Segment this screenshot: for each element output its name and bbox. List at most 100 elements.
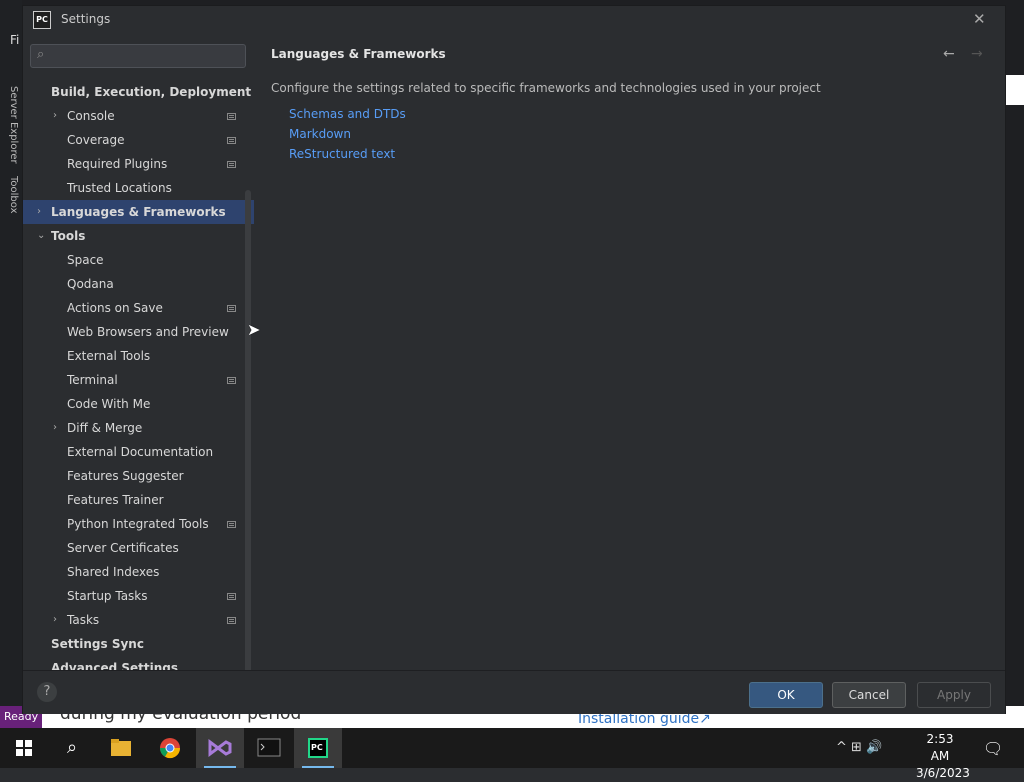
project-scope-icon (227, 305, 236, 312)
cancel-button[interactable]: Cancel (832, 682, 906, 708)
settings-dialog: PC Settings ✕ ⌕ Build, Execution, Deploy… (22, 5, 1006, 714)
start-button[interactable] (0, 728, 48, 768)
page-description: Configure the settings related to specif… (271, 81, 821, 95)
project-scope-icon (227, 377, 236, 384)
sidebar-item[interactable]: External Tools (23, 344, 254, 368)
sidebar-item-label: Required Plugins (67, 157, 168, 171)
sidebar-item[interactable]: › Languages & Frameworks (23, 200, 254, 224)
background-menu-letter: Fi (10, 33, 20, 47)
sidebar-item[interactable]: › Diff & Merge (23, 416, 254, 440)
chevron-right-icon[interactable]: › (37, 200, 41, 224)
chevron-down-icon[interactable]: ⌄ (37, 224, 45, 248)
page-title: Languages & Frameworks (271, 47, 446, 61)
sidebar-item-label: Features Suggester (67, 469, 184, 483)
project-scope-icon (227, 521, 236, 528)
chevron-right-icon[interactable]: › (53, 416, 57, 440)
sidebar-item[interactable]: › Console (23, 104, 254, 128)
sidebar-item-label: Shared Indexes (67, 565, 160, 579)
notification-icon[interactable]: 🗨 (983, 739, 1003, 758)
sidebar-item[interactable]: › Tasks (23, 608, 254, 632)
search-taskbar-icon[interactable]: ⌕ (48, 728, 96, 768)
terminal-icon[interactable] (245, 728, 293, 768)
sidebar-item[interactable]: Features Trainer (23, 488, 254, 512)
sidebar-item-label: Python Integrated Tools (67, 517, 209, 531)
file-explorer-icon[interactable] (97, 728, 145, 768)
sidebar-item[interactable]: Web Browsers and Preview (23, 320, 254, 344)
project-scope-icon (227, 113, 236, 120)
sidebar-item-label: Startup Tasks (67, 589, 148, 603)
visual-studio-icon[interactable] (196, 728, 244, 768)
sidebar-item[interactable]: Code With Me (23, 392, 254, 416)
taskbar: ⌕ PC ^ ⊞ 🔊 2:53 AM 3/6/2023 🗨 (0, 728, 1024, 780)
apply-button[interactable]: Apply (917, 682, 991, 708)
background-white-strip (1005, 75, 1024, 105)
sidebar-item-label: Server Certificates (67, 541, 179, 555)
sidebar-item-label: Coverage (67, 133, 125, 147)
sidebar-item-label: Code With Me (67, 397, 151, 411)
sidebar-item-label: Terminal (67, 373, 118, 387)
settings-sidebar: ⌕ Build, Execution, Deployment › Console Co… (23, 40, 254, 710)
back-arrow-icon[interactable]: ← (943, 46, 955, 62)
taskbar-clock[interactable]: 2:53 AM 3/6/2023 (916, 731, 970, 782)
dialog-footer: ? OK Cancel Apply (23, 670, 1005, 714)
sidebar-item[interactable]: Startup Tasks (23, 584, 254, 608)
sidebar-item[interactable]: Required Plugins (23, 152, 254, 176)
chevron-right-icon[interactable]: › (53, 104, 57, 128)
system-tray[interactable]: ^ ⊞ 🔊 (836, 740, 882, 755)
sidebar-item[interactable]: Features Suggester (23, 464, 254, 488)
sidebar-item[interactable]: External Documentation (23, 440, 254, 464)
sidebar-item[interactable]: Qodana (23, 272, 254, 296)
pycharm-logo-icon: PC (33, 11, 51, 29)
server-explorer-tab[interactable]: Server Explorer (8, 86, 19, 164)
sidebar-item-label: Trusted Locations (67, 181, 172, 195)
sidebar-item[interactable]: Trusted Locations (23, 176, 254, 200)
sidebar-item[interactable]: Coverage (23, 128, 254, 152)
sidebar-item-label: Languages & Frameworks (51, 205, 226, 219)
project-scope-icon (227, 137, 236, 144)
clock-time: 2:53 AM (926, 732, 954, 763)
link-schemas-dtds[interactable]: Schemas and DTDs (289, 107, 406, 121)
project-scope-icon (227, 617, 236, 624)
sidebar-item-label: Tasks (67, 613, 100, 627)
sidebar-item-label: External Documentation (67, 445, 214, 459)
sidebar-item[interactable]: Shared Indexes (23, 560, 254, 584)
sidebar-item[interactable]: Settings Sync (23, 632, 254, 656)
sidebar-scrollbar[interactable] (245, 190, 251, 710)
close-icon[interactable]: ✕ (973, 10, 986, 28)
pycharm-taskbar-icon[interactable]: PC (294, 728, 342, 768)
dialog-titlebar[interactable]: PC Settings ✕ (23, 6, 1005, 34)
sidebar-item-label: Space (67, 253, 104, 267)
sidebar-item[interactable]: Server Certificates (23, 536, 254, 560)
ok-button[interactable]: OK (749, 682, 823, 708)
project-scope-icon (227, 161, 236, 168)
sidebar-item-label: Features Trainer (67, 493, 164, 507)
sidebar-item[interactable]: ⌄ Tools (23, 224, 254, 248)
dialog-title: Settings (61, 12, 111, 26)
chrome-icon[interactable] (146, 728, 194, 768)
sidebar-item-label: Settings Sync (51, 637, 144, 651)
sidebar-item-label: Console (67, 109, 115, 123)
sidebar-item[interactable]: Actions on Save (23, 296, 254, 320)
search-icon: ⌕ (37, 47, 45, 62)
svg-text:PC: PC (311, 743, 323, 752)
windows-logo-icon (16, 740, 32, 756)
link-restructured-text[interactable]: ReStructured text (289, 147, 395, 161)
project-scope-icon (227, 593, 236, 600)
chevron-right-icon[interactable]: › (53, 608, 57, 632)
forward-arrow-icon[interactable]: → (971, 46, 983, 62)
sidebar-item[interactable]: Build, Execution, Deployment (23, 80, 254, 104)
sidebar-item-label: Actions on Save (67, 301, 163, 315)
sidebar-item-label: External Tools (67, 349, 151, 363)
mouse-cursor-icon: ➤ (247, 320, 261, 339)
sidebar-item[interactable]: Terminal (23, 368, 254, 392)
toolbox-tab[interactable]: Toolbox (8, 176, 19, 214)
sidebar-item-label: Diff & Merge (67, 421, 143, 435)
sidebar-item[interactable]: Python Integrated Tools (23, 512, 254, 536)
sidebar-item-label: Build, Execution, Deployment (51, 85, 252, 99)
help-icon[interactable]: ? (37, 682, 57, 702)
sidebar-item-label: Qodana (67, 277, 114, 291)
sidebar-item-label: Tools (51, 229, 86, 243)
sidebar-item[interactable]: Space (23, 248, 254, 272)
search-input[interactable]: ⌕ (30, 44, 246, 68)
link-markdown[interactable]: Markdown (289, 127, 351, 141)
